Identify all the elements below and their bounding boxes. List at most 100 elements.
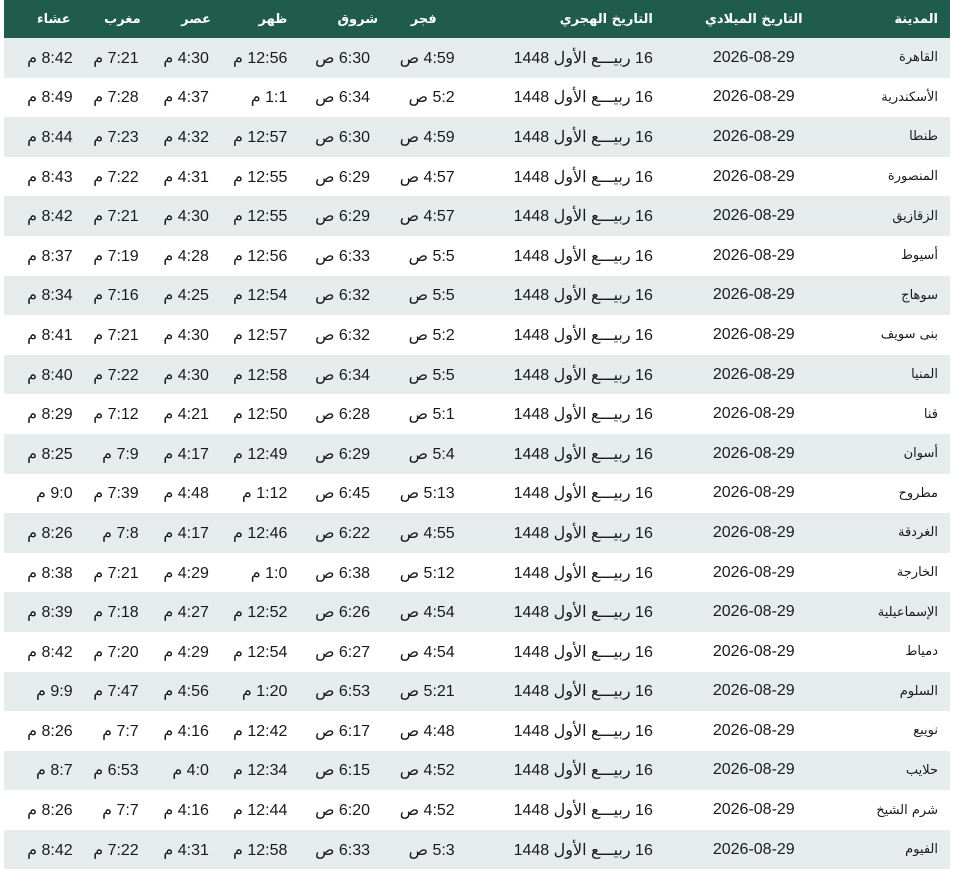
city-cell: الفيوم: [905, 842, 938, 858]
fajr-time-cell: 4:57 ص: [399, 168, 455, 186]
table-row: السلوم 2026-08-29 16 ربيـــع الأول 1448 5:2…: [4, 671, 950, 712]
gregorian-date-cell: 2026-08-29: [712, 286, 795, 304]
table-row: طنطا 2026-08-29 16 ربيـــع الأول 1448 4:59 …: [4, 117, 950, 157]
fajr-time-cell: 5:2 ص: [408, 89, 455, 107]
fajr-time-cell: 5:12 ص: [399, 564, 455, 582]
hijri-date-cell: 16 ربيـــع الأول 1448: [513, 445, 653, 463]
hijri-date-cell: 16 ربيـــع الأول 1448: [513, 326, 653, 344]
dhuhr-time-cell: 12:56 م: [233, 247, 288, 265]
table-body: القاهرة 2026-08-29 16 ربيـــع الأول 1448 4:…: [4, 38, 950, 870]
dhuhr-time-cell: 12:52 م: [233, 604, 288, 622]
isha-time-cell: 8:34 م: [27, 287, 73, 305]
header-sunrise: شروق: [337, 11, 379, 27]
sunrise-time-cell: 6:34 ص: [315, 89, 371, 107]
table-row: الأسكندرية 2026-08-29 16 ربيـــع الأول 144…: [4, 77, 950, 118]
header-maghrib: مغرب: [104, 11, 141, 27]
header-isha: عشاء: [36, 11, 71, 27]
gregorian-date-cell: 2026-08-29: [712, 207, 795, 225]
maghrib-time-cell: 7:21 م: [93, 564, 139, 582]
maghrib-time-cell: 7:22 م: [93, 366, 139, 384]
hijri-date-cell: 16 ربيـــع الأول 1448: [513, 208, 653, 226]
maghrib-time-cell: 7:7 م: [102, 722, 139, 740]
header-gregorian-date: التاريخ الميلادي: [704, 11, 803, 27]
sunrise-time-cell: 6:33 ص: [315, 247, 371, 265]
asr-time-cell: 4:30 م: [163, 49, 209, 67]
table-row: المنصورة 2026-08-29 16 ربيـــع الأول 1448 4…: [4, 156, 950, 197]
asr-time-cell: 4:27 م: [163, 604, 209, 622]
header-city: المدينة: [894, 11, 938, 27]
maghrib-time-cell: 6:53 م: [93, 762, 139, 780]
table-row: الغردقة 2026-08-29 16 ربيـــع الأول 1448 4:…: [4, 513, 950, 553]
maghrib-time-cell: 7:20 م: [93, 643, 139, 661]
dhuhr-time-cell: 12:57 م: [233, 128, 288, 146]
sunrise-time-cell: 6:53 ص: [315, 683, 371, 701]
sunrise-time-cell: 6:32 ص: [315, 287, 371, 305]
header-hijri-date: التاريخ الهجري: [559, 11, 653, 27]
dhuhr-time-cell: 12:54 م: [233, 643, 288, 661]
asr-time-cell: 4:30 م: [163, 208, 209, 226]
hijri-date-cell: 16 ربيـــع الأول 1448: [513, 683, 653, 701]
city-cell: طنطا: [909, 129, 938, 145]
prayer-times-table-container: المدينة التاريخ الميلادي التاريخ الهجري …: [4, 0, 950, 870]
dhuhr-time-cell: 12:56 م: [233, 49, 288, 67]
isha-time-cell: 8:26 م: [27, 802, 73, 820]
fajr-time-cell: 5:21 ص: [399, 683, 455, 701]
hijri-date-cell: 16 ربيـــع الأول 1448: [513, 802, 653, 820]
fajr-time-cell: 5:2 ص: [408, 326, 455, 344]
isha-time-cell: 8:42 م: [27, 49, 73, 67]
city-cell: بنى سويف: [880, 327, 938, 343]
dhuhr-time-cell: 12:42 م: [233, 722, 288, 740]
sunrise-time-cell: 6:29 ص: [315, 208, 371, 226]
hijri-date-cell: 16 ربيـــع الأول 1448: [513, 722, 653, 740]
sunrise-time-cell: 6:30 ص: [315, 128, 371, 146]
maghrib-time-cell: 7:21 م: [93, 326, 139, 344]
city-cell: أسيوط: [900, 248, 938, 264]
maghrib-time-cell: 7:39 م: [93, 485, 139, 503]
asr-time-cell: 4:21 م: [163, 406, 209, 424]
sunrise-time-cell: 6:32 ص: [315, 326, 371, 344]
hijri-date-cell: 16 ربيـــع الأول 1448: [513, 366, 653, 384]
table-header: المدينة التاريخ الميلادي التاريخ الهجري …: [4, 0, 950, 38]
asr-time-cell: 4:17 م: [163, 445, 209, 463]
prayer-times-table: المدينة التاريخ الميلادي التاريخ الهجري …: [4, 0, 950, 870]
fajr-time-cell: 5:5 ص: [408, 247, 455, 265]
maghrib-time-cell: 7:23 م: [93, 128, 139, 146]
asr-time-cell: 4:56 م: [163, 683, 209, 701]
isha-time-cell: 8:42 م: [27, 643, 73, 661]
asr-time-cell: 4:29 م: [163, 643, 209, 661]
maghrib-time-cell: 7:47 م: [93, 683, 139, 701]
hijri-date-cell: 16 ربيـــع الأول 1448: [513, 168, 653, 186]
maghrib-time-cell: 7:28 م: [93, 89, 139, 107]
city-cell: دمياط: [905, 644, 938, 660]
gregorian-date-cell: 2026-08-29: [712, 563, 795, 581]
table-row: بنى سويف 2026-08-29 16 ربيـــع الأول 1448 5…: [4, 315, 950, 355]
hijri-date-cell: 16 ربيـــع الأول 1448: [513, 485, 653, 503]
isha-time-cell: 8:40 م: [27, 366, 73, 384]
sunrise-time-cell: 6:20 ص: [315, 802, 371, 820]
city-cell: القاهرة: [899, 50, 938, 66]
city-cell: مطروح: [898, 485, 938, 501]
asr-time-cell: 4:25 م: [163, 287, 209, 305]
isha-time-cell: 8:29 م: [27, 406, 73, 424]
asr-time-cell: 4:30 م: [163, 326, 209, 344]
fajr-time-cell: 5:5 ص: [408, 287, 455, 305]
fajr-time-cell: 4:59 ص: [399, 128, 455, 146]
dhuhr-time-cell: 12:44 م: [233, 802, 288, 820]
gregorian-date-cell: 2026-08-29: [712, 127, 795, 145]
gregorian-date-cell: 2026-08-29: [712, 405, 795, 423]
city-cell: شرم الشيخ: [876, 802, 938, 818]
fajr-time-cell: 4:54 ص: [399, 604, 455, 622]
sunrise-time-cell: 6:34 ص: [315, 366, 371, 384]
isha-time-cell: 8:49 م: [27, 89, 73, 107]
isha-time-cell: 9:9 م: [36, 683, 73, 701]
asr-time-cell: 4:17 م: [163, 524, 209, 542]
sunrise-time-cell: 6:17 ص: [315, 722, 371, 740]
hijri-date-cell: 16 ربيـــع الأول 1448: [513, 841, 653, 859]
table-row: أسوان 2026-08-29 16 ربيـــع الأول 1448 5:4 …: [4, 433, 950, 474]
dhuhr-time-cell: 1:0 م: [250, 564, 288, 582]
maghrib-time-cell: 7:21 م: [93, 49, 139, 67]
dhuhr-time-cell: 12:58 م: [233, 841, 288, 859]
sunrise-time-cell: 6:45 ص: [315, 485, 371, 503]
isha-time-cell: 8:37 م: [27, 247, 73, 265]
city-cell: نويبع: [913, 723, 938, 739]
